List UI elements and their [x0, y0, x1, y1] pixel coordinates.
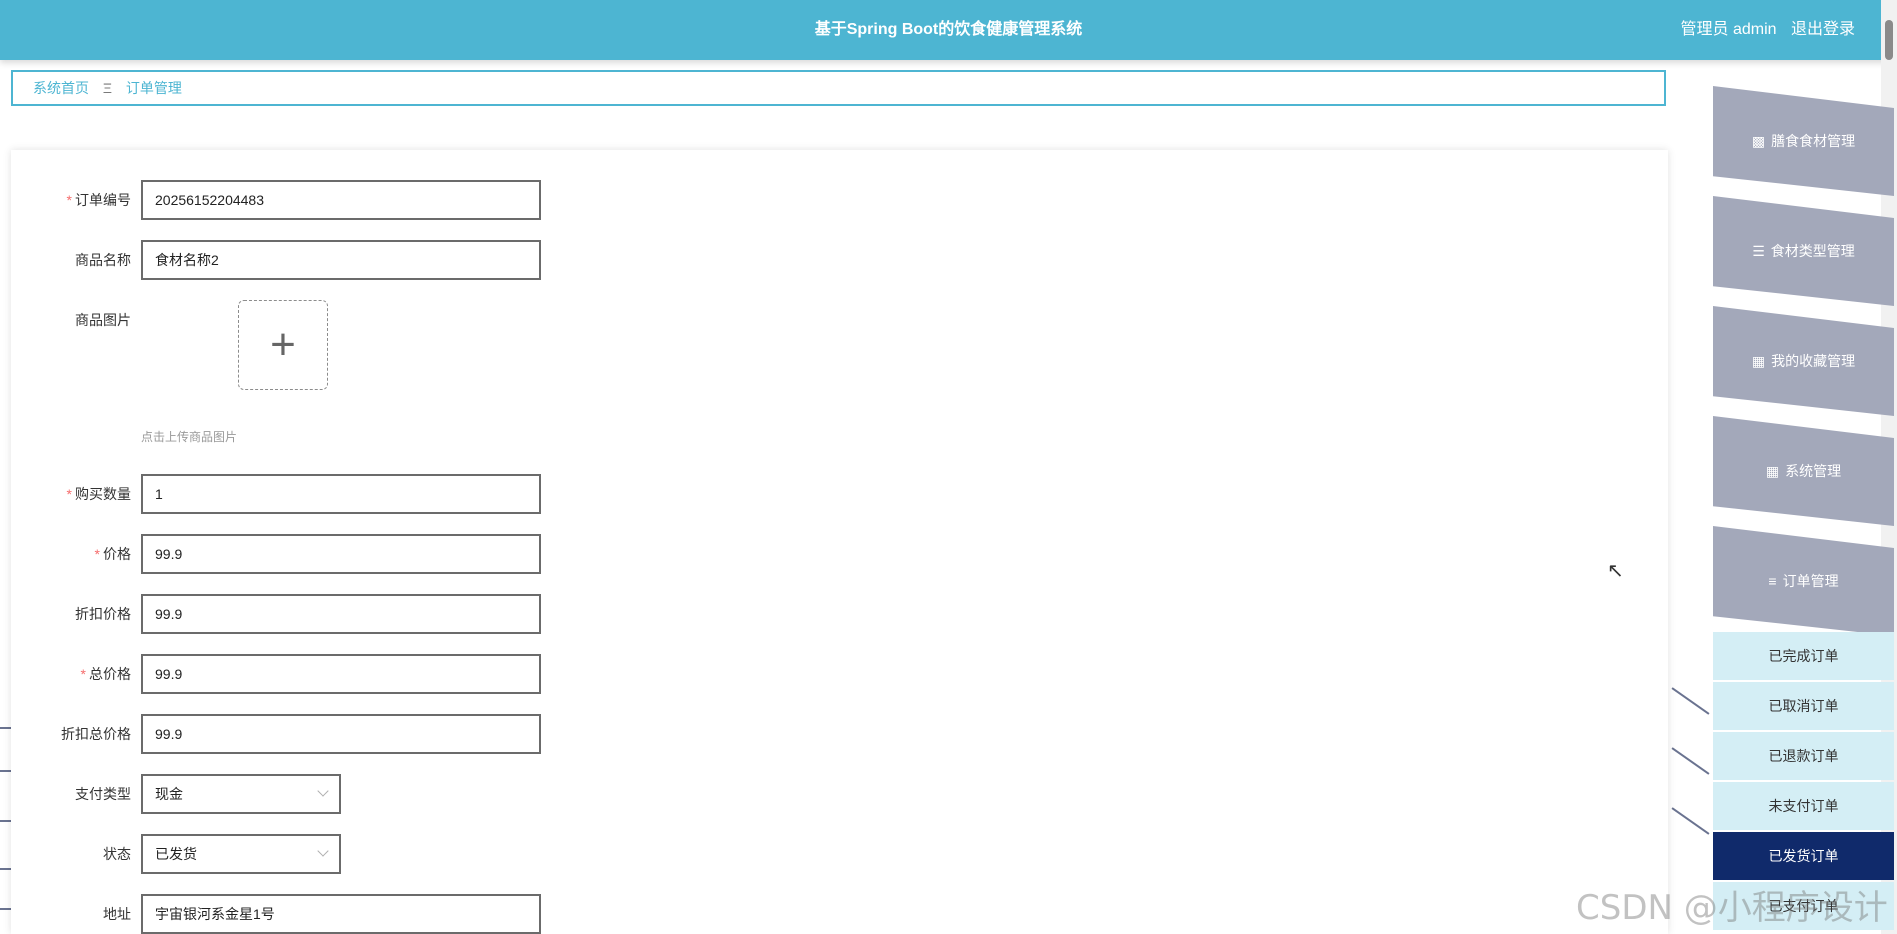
status-label: 状态	[103, 846, 131, 862]
total-price-input[interactable]: 99.9	[141, 654, 541, 694]
product-name-label: 商品名称	[75, 252, 131, 268]
decor-line	[1671, 687, 1710, 715]
sub-item-shipped[interactable]: 已发货订单	[1713, 832, 1894, 880]
product-image-label: 商品图片	[75, 312, 131, 328]
logout-button[interactable]: 退出登录	[1791, 21, 1855, 38]
app-title: 基于Spring Boot的饮食健康管理系统	[814, 21, 1083, 38]
pay-type-label: 支付类型	[75, 786, 131, 802]
user-area: 管理员 admin 退出登录	[1671, 0, 1856, 60]
side-menu: ▩ 膳食食材管理 ☰ 食材类型管理 ▦ 我的收藏管理 ▦ 系统管理 ≡ 订单管理…	[1713, 60, 1894, 934]
order-form: * 订单编号 20256152204483 商品名称 食材名称2 商品图片 + 点…	[11, 150, 1668, 934]
address-input[interactable]: 宇宙银河系金星1号	[141, 894, 541, 934]
status-value: 已发货	[155, 846, 197, 862]
chevron-down-icon	[317, 785, 329, 797]
chevron-down-icon	[317, 845, 329, 857]
mouse-cursor-icon: ↖	[1607, 560, 1624, 582]
menu-item-label: 膳食食材管理	[1771, 133, 1856, 149]
decor-line	[1671, 747, 1710, 775]
menu-item-orders[interactable]: ≡ 订单管理	[1713, 526, 1894, 636]
price-input[interactable]: 99.9	[141, 534, 541, 574]
order-no-input[interactable]: 20256152204483	[141, 180, 541, 220]
quantity-label: 购买数量	[75, 486, 131, 502]
user-label: 管理员 admin	[1680, 21, 1777, 38]
decor-line	[0, 770, 11, 772]
breadcrumb-home[interactable]: 系统首页	[33, 80, 89, 96]
sub-item-completed[interactable]: 已完成订单	[1713, 632, 1894, 680]
order-no-label: 订单编号	[75, 192, 131, 208]
sub-item-unpaid[interactable]: 未支付订单	[1713, 782, 1894, 830]
clipboard-icon: ▦	[1751, 352, 1766, 369]
breadcrumb: 系统首页 Ξ 订单管理	[11, 70, 1666, 106]
menu-item-label: 我的收藏管理	[1771, 353, 1856, 369]
top-header: 基于Spring Boot的饮食健康管理系统 管理员 admin 退出登录	[0, 0, 1897, 60]
breadcrumb-current: 订单管理	[125, 80, 182, 96]
status-select[interactable]: 已发货	[141, 834, 341, 874]
sliders-icon: ≡	[1768, 573, 1777, 589]
breadcrumb-separator: Ξ	[102, 80, 112, 96]
price-label: 价格	[103, 546, 131, 562]
menu-item-system[interactable]: ▦ 系统管理	[1713, 416, 1894, 526]
list-icon: ☰	[1752, 242, 1765, 259]
ticket-icon: ▩	[1751, 132, 1766, 149]
discount-total-label: 折扣总价格	[61, 726, 131, 742]
pay-type-select[interactable]: 现金	[141, 774, 341, 814]
image-upload-button[interactable]: +	[238, 300, 328, 390]
menu-item-label: 系统管理	[1785, 463, 1842, 479]
decor-line	[0, 868, 11, 870]
decor-line	[0, 727, 11, 729]
address-label: 地址	[103, 906, 131, 922]
quantity-input[interactable]: 1	[141, 474, 541, 514]
menu-item-favorites[interactable]: ▦ 我的收藏管理	[1713, 306, 1894, 416]
plus-icon: +	[270, 320, 296, 369]
sub-item-refunded[interactable]: 已退款订单	[1713, 732, 1894, 780]
grid-icon: ▦	[1765, 462, 1780, 479]
upload-hint: 点击上传商品图片	[141, 430, 238, 444]
product-name-input[interactable]: 食材名称2	[141, 240, 541, 280]
decor-line	[0, 908, 11, 910]
discount-price-input[interactable]: 99.9	[141, 594, 541, 634]
scrollbar-thumb[interactable]	[1885, 20, 1893, 60]
watermark: CSDN @小程序设计	[1576, 888, 1888, 928]
decor-line	[0, 820, 11, 822]
menu-item-label: 食材类型管理	[1770, 243, 1855, 259]
pay-type-value: 现金	[155, 786, 183, 802]
menu-item-food-type[interactable]: ☰ 食材类型管理	[1713, 196, 1894, 306]
sub-item-cancelled[interactable]: 已取消订单	[1713, 682, 1894, 730]
menu-item-food[interactable]: ▩ 膳食食材管理	[1713, 86, 1894, 196]
total-price-label: 总价格	[89, 666, 131, 682]
menu-item-label: 订单管理	[1782, 573, 1839, 589]
discount-total-input[interactable]: 99.9	[141, 714, 541, 754]
discount-price-label: 折扣价格	[75, 606, 131, 622]
decor-line	[1671, 807, 1710, 835]
